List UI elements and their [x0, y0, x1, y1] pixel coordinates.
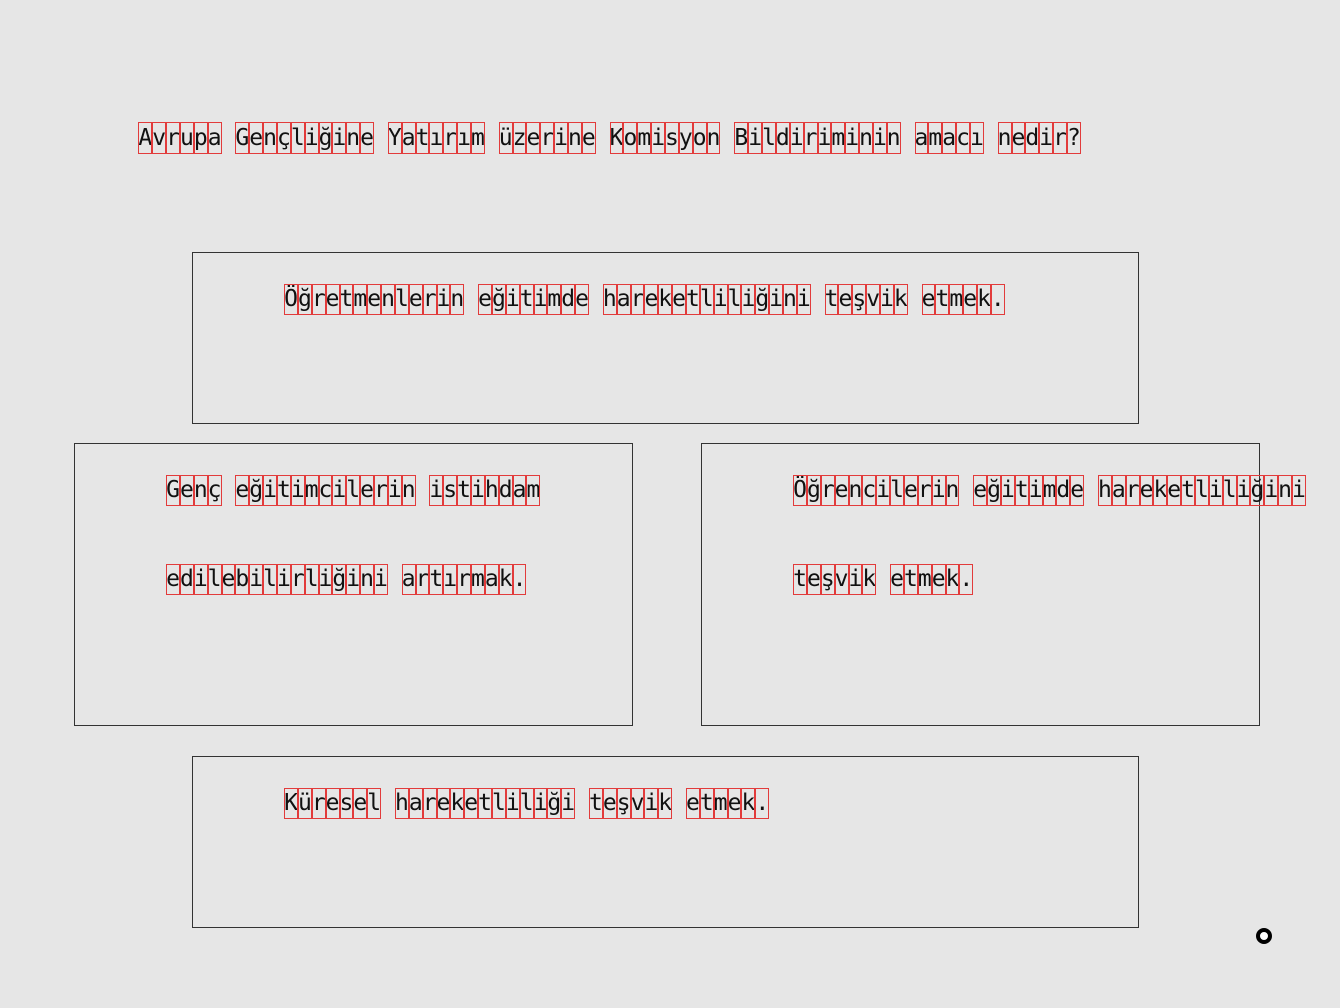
cursor-ring-icon: [1256, 928, 1272, 944]
answer-option-3[interactable]: Öğrencilerin eğitimde hareketliliğini te…: [701, 443, 1306, 726]
answer-option-3-line-1: Öğrencilerin eğitimde hareketliliğini: [710, 444, 1306, 537]
answer-option-2-line-2: edilebilirliğini artırmak.: [83, 533, 527, 626]
answer-option-1-text: Öğretmenlerin eğitimde hareketliliğini t…: [284, 284, 1005, 315]
answer-option-1[interactable]: Öğretmenlerin eğitimde hareketliliğini t…: [192, 252, 1139, 424]
answer-option-2-text-1: Genç eğitimcilerin istihdam: [166, 475, 541, 506]
question-text: Avrupa Gençliğine Yatırım üzerine Komisy…: [83, 90, 1081, 186]
question-label: Avrupa Gençliğine Yatırım üzerine Komisy…: [138, 122, 1081, 154]
answer-option-1-line-1: Öğretmenlerin eğitimde hareketliliğini t…: [201, 253, 1005, 346]
quiz-screen: Avrupa Gençliğine Yatırım üzerine Komisy…: [0, 0, 1340, 1008]
answer-option-3-text-1: Öğrencilerin eğitimde hareketliliğini: [793, 475, 1306, 506]
answer-option-4-line-1: Küresel hareketliliği teşvik etmek.: [201, 757, 770, 850]
answer-option-4[interactable]: Küresel hareketliliği teşvik etmek.: [192, 756, 1139, 928]
answer-option-3-line-2: teşvik etmek.: [710, 533, 974, 626]
answer-option-3-text-2: teşvik etmek.: [793, 564, 974, 595]
answer-option-2-line-1: Genç eğitimcilerin istihdam: [83, 444, 541, 537]
answer-option-4-text: Küresel hareketliliği teşvik etmek.: [284, 788, 770, 819]
answer-option-2-text-2: edilebilirliğini artırmak.: [166, 564, 527, 595]
answer-option-2[interactable]: Genç eğitimcilerin istihdam edilebilirli…: [74, 443, 633, 726]
